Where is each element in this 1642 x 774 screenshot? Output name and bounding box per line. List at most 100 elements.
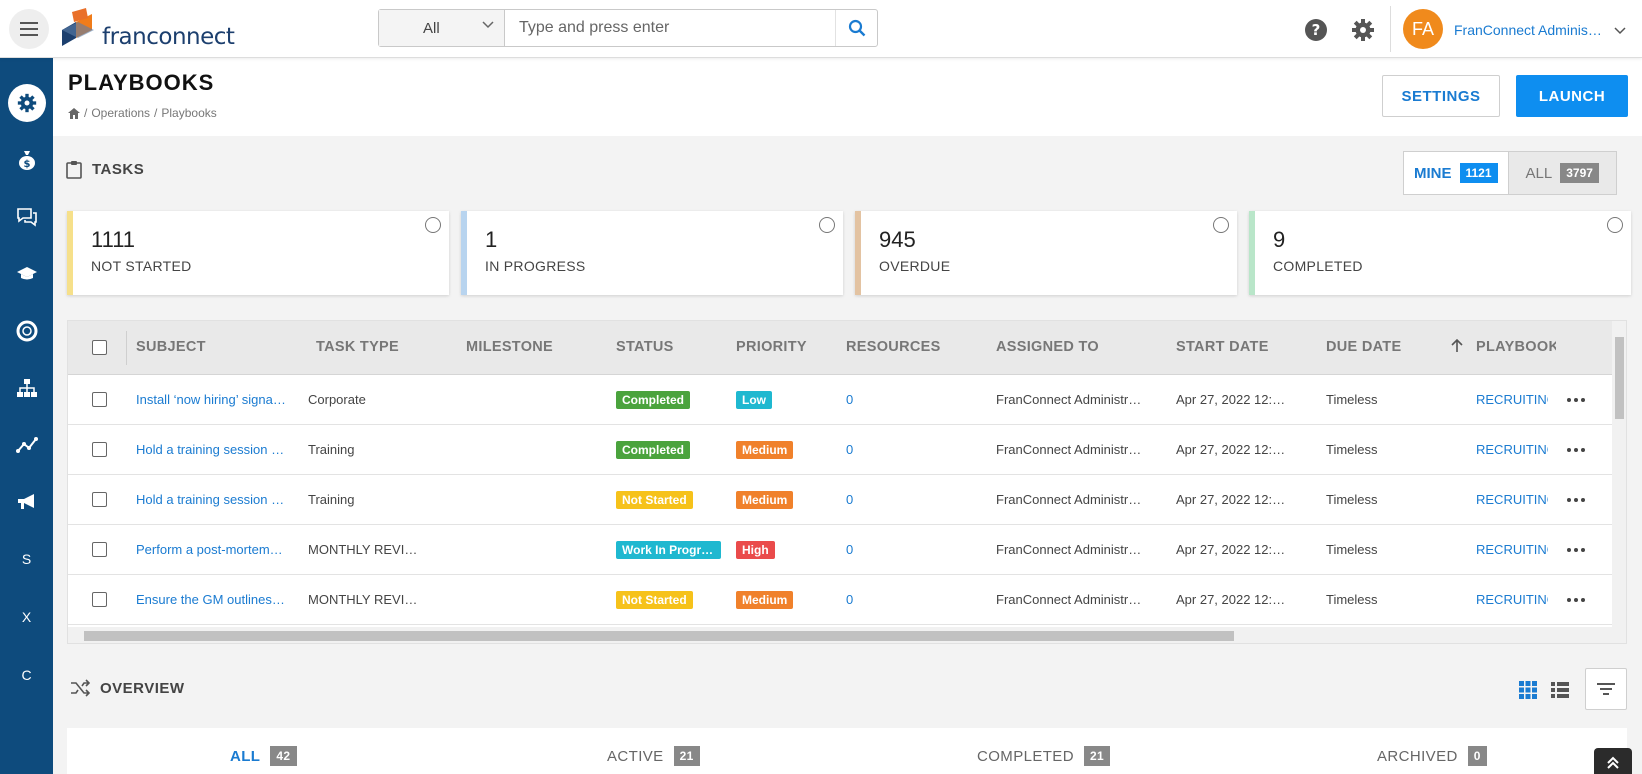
stat-radio[interactable] <box>1213 217 1229 233</box>
overview-tab-count: 21 <box>673 746 700 766</box>
table-row[interactable]: Perform a post-mortem review MONTHLY REVI… <box>68 525 1612 575</box>
task-subject-link[interactable]: Install ‘now hiring’ signage <box>136 392 286 407</box>
column-header-status[interactable]: STATUS <box>616 339 674 355</box>
resources-count-link[interactable]: 0 <box>846 542 886 557</box>
sidebar-item-marketing[interactable] <box>0 480 53 524</box>
horizontal-scrollbar[interactable] <box>68 627 1626 643</box>
row-checkbox[interactable] <box>92 592 107 607</box>
resources-count-link[interactable]: 0 <box>846 392 886 407</box>
table-row[interactable]: Ensure the GM outlines goals MONTHLY REVI… <box>68 575 1612 625</box>
overview-panel: ALL 42 ACTIVE 21 COMPLETED 21 ARCHIVED 0 <box>67 728 1627 774</box>
scroll-to-top-button[interactable] <box>1594 748 1632 774</box>
row-actions-more-icon[interactable] <box>1567 498 1585 502</box>
sidebar-item-finance[interactable]: $ <box>0 138 53 182</box>
search-input[interactable] <box>505 10 835 46</box>
sidebar-item-messages[interactable] <box>0 195 53 239</box>
column-header-subject[interactable]: SUBJECT <box>136 339 206 355</box>
settings-button[interactable]: SETTINGS <box>1382 75 1500 117</box>
breadcrumb: / Operations / Playbooks <box>68 106 217 120</box>
overview-tab-archived[interactable]: ARCHIVED 0 <box>1377 746 1487 766</box>
task-subject-link[interactable]: Ensure the GM outlines goals <box>136 592 286 607</box>
list-view-icon[interactable] <box>1551 681 1569 699</box>
stat-card-overdue[interactable]: 945 OVERDUE <box>855 211 1237 295</box>
column-header-milestone[interactable]: MILESTONE <box>466 339 553 355</box>
help-icon[interactable]: ? <box>1304 18 1328 42</box>
playbook-link[interactable]: RECRUITING <box>1476 542 1548 557</box>
double-chevron-up-icon <box>1607 756 1619 769</box>
table-row[interactable]: Install ‘now hiring’ signage Corporate Com… <box>68 375 1612 425</box>
scrollbar-thumb[interactable] <box>1615 337 1624 419</box>
column-header-assigned-to[interactable]: ASSIGNED TO <box>996 339 1099 355</box>
sidebar-item-training[interactable] <box>0 252 53 296</box>
breadcrumb-operations[interactable]: Operations <box>91 106 150 120</box>
overview-tab-label: ACTIVE <box>607 747 664 765</box>
sidebar-item-support[interactable] <box>0 309 53 353</box>
overview-tab-all[interactable]: ALL 42 <box>230 746 297 766</box>
toggle-mine[interactable]: MINE 1121 <box>1404 152 1508 194</box>
user-name-link[interactable]: FranConnect Administrator <box>1454 22 1602 38</box>
column-header-resources[interactable]: RESOURCES <box>846 339 941 355</box>
sidebar-item-s[interactable]: S <box>0 537 53 581</box>
row-actions-more-icon[interactable] <box>1567 548 1585 552</box>
grid-view-icon[interactable] <box>1519 681 1537 699</box>
overview-tab-active[interactable]: ACTIVE 21 <box>607 746 700 766</box>
home-icon[interactable] <box>68 107 80 119</box>
task-subject-link[interactable]: Hold a training session for managers <box>136 492 286 507</box>
search-scope-select[interactable]: All <box>379 10 505 46</box>
resources-count-link[interactable]: 0 <box>846 592 886 607</box>
playbook-link[interactable]: RECRUITING <box>1476 492 1548 507</box>
brand-logo[interactable]: franconnect <box>58 8 235 54</box>
column-header-playbook[interactable]: PLAYBOOK <box>1476 339 1556 355</box>
menu-toggle-button[interactable] <box>9 9 49 49</box>
stat-card-completed[interactable]: 9 COMPLETED <box>1249 211 1631 295</box>
launch-button[interactable]: LAUNCH <box>1516 75 1628 117</box>
vertical-scrollbar[interactable] <box>1612 321 1626 627</box>
global-search: All <box>378 9 878 47</box>
column-header-start-date[interactable]: START DATE <box>1176 339 1269 355</box>
table-row[interactable]: Hold a training session for managers Trai… <box>68 475 1612 525</box>
row-checkbox[interactable] <box>92 542 107 557</box>
sort-ascending-icon[interactable] <box>1451 339 1463 353</box>
overview-heading: OVERVIEW <box>100 679 185 697</box>
stat-radio[interactable] <box>425 217 441 233</box>
priority-badge: Medium <box>736 491 794 509</box>
filter-icon <box>1597 683 1615 695</box>
task-subject-link[interactable]: Hold a training session for staff <box>136 442 286 457</box>
playbook-link[interactable]: RECRUITING <box>1476 442 1548 457</box>
stat-card-not-started[interactable]: 1111 NOT STARTED <box>67 211 449 295</box>
resources-count-link[interactable]: 0 <box>846 442 886 457</box>
row-actions-more-icon[interactable] <box>1567 598 1585 602</box>
stat-label: IN PROGRESS <box>485 258 586 274</box>
scrollbar-thumb[interactable] <box>84 631 1234 641</box>
task-subject-link[interactable]: Perform a post-mortem review <box>136 542 286 557</box>
resources-count-link[interactable]: 0 <box>846 492 886 507</box>
column-header-due-date[interactable]: DUE DATE <box>1326 339 1401 355</box>
settings-gear-icon[interactable] <box>1351 18 1375 42</box>
stat-radio[interactable] <box>819 217 835 233</box>
row-actions-more-icon[interactable] <box>1567 398 1585 402</box>
stat-radio[interactable] <box>1607 217 1623 233</box>
toggle-all[interactable]: ALL 3797 <box>1507 152 1616 194</box>
chevron-down-icon[interactable] <box>1614 27 1626 35</box>
column-header-task-type[interactable]: TASK TYPE <box>316 339 399 355</box>
sidebar-item-c[interactable]: C <box>0 653 53 697</box>
stat-card-in-progress[interactable]: 1 IN PROGRESS <box>461 211 843 295</box>
playbook-link[interactable]: RECRUITING <box>1476 592 1548 607</box>
playbook-link[interactable]: RECRUITING <box>1476 392 1548 407</box>
search-button[interactable] <box>835 10 877 46</box>
sidebar-item-analytics[interactable] <box>0 423 53 467</box>
sidebar-item-operations[interactable] <box>0 81 53 125</box>
table-row[interactable]: Hold a training session for staff Trainin… <box>68 425 1612 475</box>
row-checkbox[interactable] <box>92 392 107 407</box>
avatar[interactable]: FA <box>1403 9 1443 49</box>
row-checkbox[interactable] <box>92 442 107 457</box>
filter-button[interactable] <box>1585 668 1627 710</box>
select-all-checkbox[interactable] <box>92 340 107 355</box>
sidebar-item-organization[interactable] <box>0 366 53 410</box>
row-checkbox[interactable] <box>92 492 107 507</box>
column-header-priority[interactable]: PRIORITY <box>736 339 807 355</box>
lifebuoy-icon <box>16 320 37 342</box>
sidebar-item-x[interactable]: X <box>0 595 53 639</box>
row-actions-more-icon[interactable] <box>1567 448 1585 452</box>
overview-tab-completed[interactable]: COMPLETED 21 <box>977 746 1111 766</box>
